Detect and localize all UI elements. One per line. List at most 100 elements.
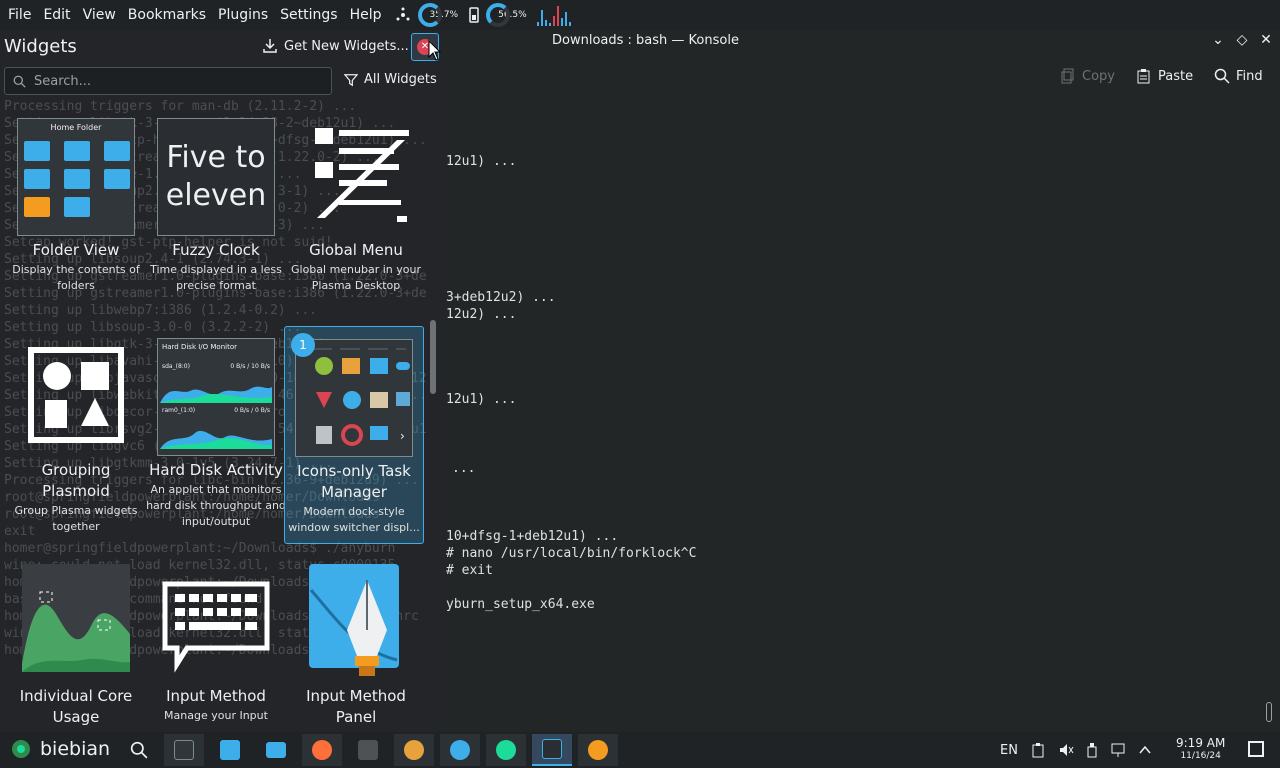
window-title: Downloads : bash — Konsole <box>552 33 739 48</box>
get-new-widgets-button[interactable]: Get New Widgets... <box>262 38 409 54</box>
cpu-gauge-icon[interactable] <box>417 3 442 27</box>
lock-icon <box>358 740 378 760</box>
paste-label: Paste <box>1158 68 1194 84</box>
disk2-label: ram0_(1:0) <box>162 407 196 414</box>
taskbar-konsole-app[interactable] <box>532 734 572 766</box>
widget-search <box>4 67 332 95</box>
widget-hard-disk-activity[interactable]: Hard Disk I/O Monitor sda_(8:0) 0 B/s / … <box>146 338 286 530</box>
widget-name: Folder View <box>32 241 120 259</box>
recycle-icon <box>496 740 516 760</box>
find-button[interactable]: Find <box>1214 68 1263 84</box>
top-menubar: File Edit View Bookmarks Plugins Setting… <box>0 0 1280 30</box>
download-icon <box>263 39 277 53</box>
menu-settings[interactable]: Settings <box>274 0 343 30</box>
usb-device-icon[interactable] <box>1086 742 1098 758</box>
menu-view[interactable]: View <box>77 0 122 30</box>
system-tray: EN <box>1000 732 1152 768</box>
taskbar-firefox-app[interactable] <box>302 734 342 766</box>
widget-grid[interactable]: Processing triggers for man-db (2.11.2-2… <box>0 98 426 732</box>
widget-name: Fuzzy Clock <box>172 241 260 259</box>
copy-button[interactable]: Copy <box>1060 68 1115 84</box>
paste-button[interactable]: Paste <box>1136 68 1193 84</box>
start-menu-button[interactable]: biebian <box>10 738 110 760</box>
grouping-plasmoid-icon <box>28 347 124 443</box>
disk2-chart <box>160 430 272 449</box>
volume-muted-icon[interactable] <box>1058 742 1074 758</box>
global-menu-icon <box>315 128 409 222</box>
taskbar-recycle-app[interactable] <box>486 734 526 766</box>
terminal-line: # exit <box>446 563 493 578</box>
taskbar-files-app[interactable] <box>256 734 296 766</box>
terminal-scrollbar[interactable] <box>1266 702 1272 722</box>
widget-desc: Time displayed in a less precise format <box>150 263 282 292</box>
search-icon <box>13 75 26 88</box>
clipboard-icon[interactable] <box>1030 742 1046 758</box>
paste-icon <box>1137 69 1150 84</box>
folder-icons <box>24 141 130 217</box>
taskbar-store-app[interactable] <box>210 734 250 766</box>
widget-name: Input Method <box>166 687 266 705</box>
network-wired-icon[interactable] <box>1110 742 1126 758</box>
close-window-icon[interactable]: ✕ <box>1256 32 1276 48</box>
maximize-diamond-icon[interactable]: ◇ <box>1232 32 1252 48</box>
widgets-panel: Widgets Get New Widgets... ✕ All Widgets… <box>0 30 444 732</box>
menu-help[interactable]: Help <box>344 0 388 30</box>
disk1-chart <box>160 386 272 403</box>
minimize-chevron-icon[interactable]: ⌄ <box>1208 32 1228 48</box>
widget-icons-only-task-manager[interactable]: 1 › Icons-only Task Manager Modern dock-… <box>284 326 424 544</box>
network-icon[interactable] <box>394 6 412 24</box>
hard-disk-thumbnail: Hard Disk I/O Monitor sda_(8:0) 0 B/s / … <box>157 338 275 456</box>
mem-gauge-icon[interactable] <box>486 3 511 27</box>
chevron-up-icon[interactable] <box>1138 743 1152 757</box>
widget-name: Individual Core Usage <box>19 687 133 726</box>
menu-plugins[interactable]: Plugins <box>212 0 274 30</box>
paint-icon <box>404 740 424 760</box>
menu-file[interactable]: File <box>2 0 37 30</box>
digital-clock[interactable]: 9:19 AM 11/16/24 <box>1176 737 1225 763</box>
folder-icon <box>64 169 90 189</box>
network-activity-chart[interactable] <box>536 4 571 26</box>
widget-grouping-plasmoid[interactable]: Grouping Plasmoid Group Plasma widgets t… <box>6 338 146 535</box>
konsole-window: Downloads : bash — Konsole ⌄ ◇ ✕ Copy Pa… <box>440 30 1280 732</box>
taskbar-lock-app[interactable] <box>348 734 388 766</box>
all-widgets-filter[interactable]: All Widgets <box>344 72 437 87</box>
memory-icon[interactable] <box>468 6 480 24</box>
show-desktop-icon[interactable] <box>1248 741 1264 757</box>
terminal-line: 12u2) ... <box>446 307 517 322</box>
widget-fuzzy-clock[interactable]: Five to eleven Fuzzy Clock Time displaye… <box>146 118 286 294</box>
menu-edit[interactable]: Edit <box>37 0 76 30</box>
taskbar-paint-app[interactable] <box>394 734 434 766</box>
menu-bookmarks[interactable]: Bookmarks <box>122 0 212 30</box>
widget-individual-core-usage[interactable]: Individual Core Usage <box>6 564 146 728</box>
search-input[interactable] <box>34 73 314 89</box>
input-method-panel-thumbnail <box>297 560 415 682</box>
konsole-titlebar[interactable]: Downloads : bash — Konsole ⌄ ◇ ✕ <box>440 30 1280 54</box>
firefox-icon <box>312 740 332 760</box>
wine-glass-icon <box>588 740 608 760</box>
terminal-line: 12u1) ... <box>446 392 517 407</box>
taskbar-network-app[interactable] <box>440 734 480 766</box>
widget-input-method[interactable]: Input Method Manage your Input <box>146 564 286 724</box>
copy-icon <box>1061 68 1074 84</box>
taskbar: biebian EN 9:19 AM 11/16/24 <box>0 732 1280 768</box>
widget-global-menu[interactable]: Global Menu Global menubar in your Plasm… <box>286 118 426 294</box>
terminal-line: ... <box>452 461 476 476</box>
widget-name: Input Method Panel <box>306 687 406 726</box>
search-icon <box>1214 68 1230 84</box>
taskbar-terminal-app[interactable] <box>164 734 204 766</box>
copy-label: Copy <box>1082 68 1115 84</box>
global-menu-thumbnail <box>297 118 415 236</box>
keyboard-layout[interactable]: EN <box>1000 743 1018 758</box>
search-icon[interactable] <box>130 741 148 759</box>
widget-desc: Manage your Input <box>164 709 268 722</box>
terminal-output[interactable]: 12u1) ... 3+deb12u2) ... 12u2) ... 12u1)… <box>446 102 1276 722</box>
widget-desc: Modern dock-style window switcher displ.… <box>288 505 420 534</box>
widgets-scrollbar[interactable] <box>430 320 436 394</box>
application-launcher-icon <box>12 740 30 758</box>
instance-count-badge: 1 <box>291 333 315 357</box>
taskbar-wine-app[interactable] <box>578 734 618 766</box>
widget-folder-view[interactable]: Home Folder Folder View Display the cont… <box>6 118 146 294</box>
widget-input-method-panel[interactable]: Input Method Panel <box>286 560 426 728</box>
widget-name: Grouping Plasmoid <box>41 461 111 500</box>
widget-name: Global Menu <box>309 241 403 259</box>
